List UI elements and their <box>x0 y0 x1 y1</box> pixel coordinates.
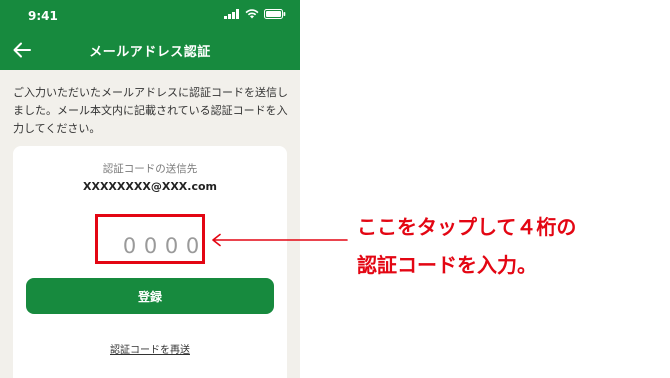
instruction-text: ご入力いただいたメールアドレスに認証コードを送信しました。メール本文内に記載され… <box>13 86 288 135</box>
status-time: 9:41 <box>28 9 58 23</box>
wifi-icon <box>245 9 259 19</box>
status-bar: 9:41 <box>0 0 300 30</box>
status-icons <box>224 9 286 19</box>
battery-icon <box>264 9 286 19</box>
code-highlight-box <box>95 214 205 264</box>
page-title: メールアドレス認証 <box>89 45 211 60</box>
destination-email: XXXXXXXX@XXX.com <box>82 180 217 193</box>
resend-code-link[interactable]: 認証コードを再送 <box>13 341 287 356</box>
app-header: メールアドレス認証 <box>0 30 300 70</box>
destination-label: 認証コードの送信先 <box>102 163 198 175</box>
annotation-line-2: 認証コードを入力。 <box>357 253 537 277</box>
signal-icon <box>224 9 239 19</box>
annotation-line-1: ここをタップして４桁の <box>357 215 577 239</box>
register-button[interactable]: 登録 <box>26 278 274 314</box>
pointer-arrow-icon <box>212 233 348 247</box>
phone-screen: 9:41 メールアドレス認証 ご入力いただいたメールアドレスに認証コードを送信し… <box>0 0 300 378</box>
annotation-callout: ここをタップして４桁の 認証コードを入力。 <box>357 208 657 284</box>
